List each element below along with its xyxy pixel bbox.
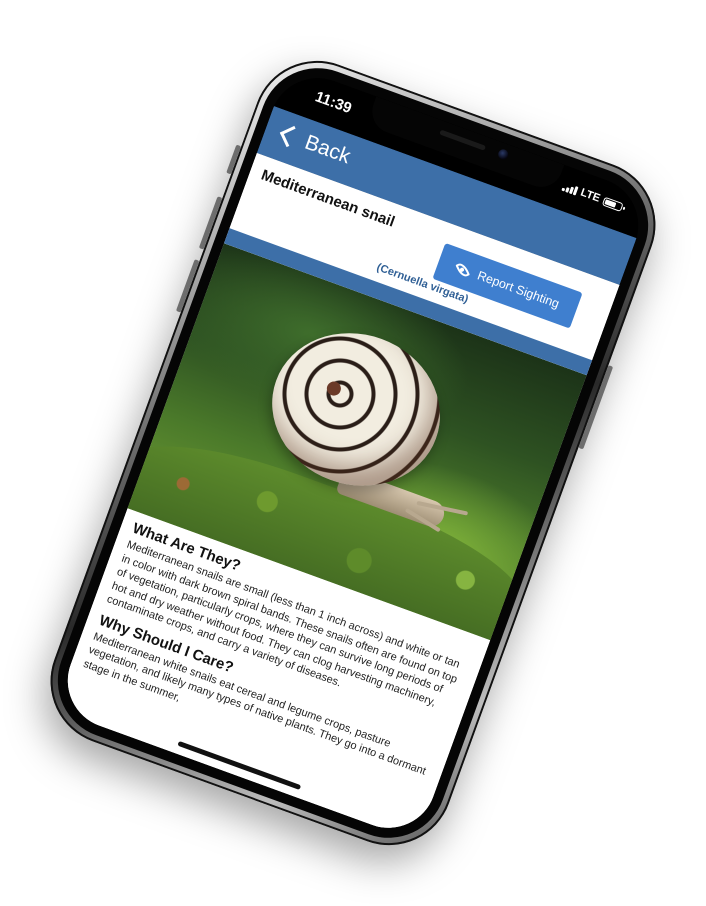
phone-frame: 11:39 LTE Back Mediterranean snail Repor…	[32, 42, 674, 864]
chevron-left-icon	[279, 125, 302, 148]
network-type: LTE	[578, 186, 602, 205]
signal-icon	[561, 181, 579, 196]
eye-icon	[456, 260, 471, 279]
battery-icon	[601, 196, 624, 212]
back-label: Back	[301, 130, 354, 169]
status-time: 11:39	[312, 88, 354, 118]
phone-scene: 11:39 LTE Back Mediterranean snail Repor…	[0, 0, 706, 906]
report-sighting-label: Report Sighting	[475, 268, 562, 312]
species-detail: Mediterranean snail Report Sighting (Cer…	[54, 153, 620, 842]
front-camera-icon	[496, 147, 510, 161]
status-indicators: LTE	[561, 180, 624, 213]
